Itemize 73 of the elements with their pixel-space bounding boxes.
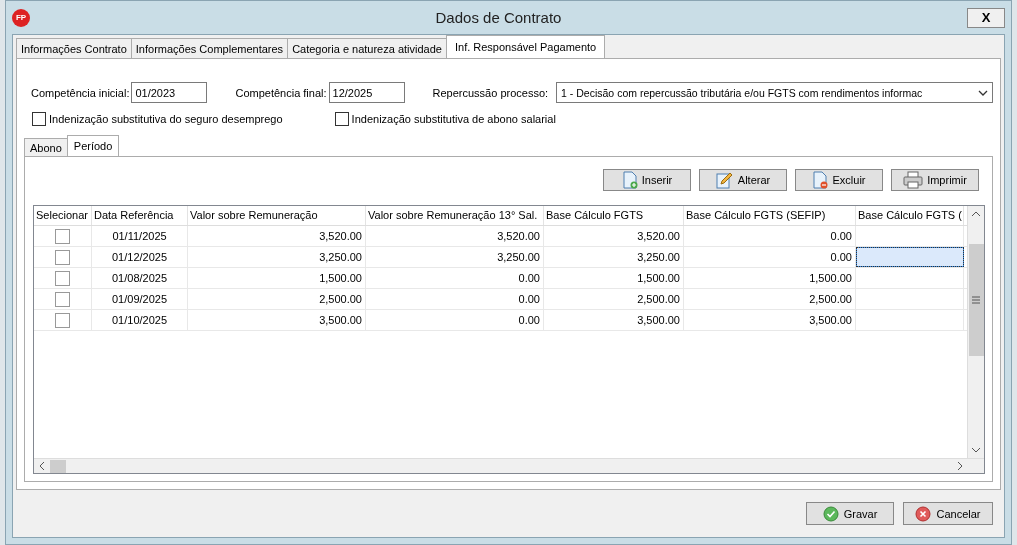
- column-header[interactable]: Selecionar: [34, 206, 92, 225]
- cancel-button[interactable]: Cancelar: [903, 502, 993, 525]
- table-cell: 01/11/2025: [92, 226, 188, 246]
- table-cell: 3,250.00: [544, 247, 684, 267]
- table-cell: 0.00: [366, 268, 544, 288]
- toolbar-button[interactable]: Excluir: [795, 169, 883, 191]
- table-cell: 01/12/2025: [92, 247, 188, 267]
- table-cell: 01/10/2025: [92, 310, 188, 330]
- tab[interactable]: Informações Contrato: [16, 38, 132, 58]
- chevron-down-icon: [978, 89, 988, 96]
- table-cell: 1,500.00: [544, 268, 684, 288]
- table-cell: 2,500.00: [188, 289, 366, 309]
- tab[interactable]: Informações Complementares: [130, 38, 289, 58]
- checkbox[interactable]: [55, 249, 70, 265]
- column-header[interactable]: Base Cálculo FGTS: [544, 206, 684, 225]
- table-cell: 3,500.00: [188, 310, 366, 330]
- table-cell: 3,500.00: [684, 310, 856, 330]
- focused-cell[interactable]: [856, 247, 964, 267]
- tab[interactable]: Abono: [24, 138, 68, 156]
- document-remove-icon: [812, 171, 829, 189]
- close-icon: [915, 505, 932, 522]
- tab[interactable]: Inf. Responsável Pagamento: [445, 35, 606, 58]
- checkbox[interactable]: [334, 112, 349, 126]
- checkmark-icon: [822, 505, 839, 522]
- table-cell: 1,500.00: [188, 268, 366, 288]
- checkbox[interactable]: [32, 112, 46, 126]
- field-label: Competência inicial:: [31, 86, 130, 99]
- checkbox[interactable]: [55, 228, 70, 244]
- checkbox-label: Indenização substitutiva do seguro desemprego: [49, 113, 283, 125]
- table-cell: 2,500.00: [544, 289, 684, 309]
- toolbar-button[interactable]: Alterar: [699, 169, 787, 191]
- checkbox-label: Indenização substitutiva de abono salarial: [351, 113, 556, 125]
- checkbox[interactable]: [55, 270, 70, 286]
- field-label: Competência final:: [235, 86, 327, 99]
- input-field[interactable]: 12/2025: [328, 82, 405, 103]
- column-header[interactable]: Valor sobre Remuneração: [188, 206, 366, 225]
- document-add-icon: [621, 171, 638, 189]
- column-header[interactable]: Base Cálculo FGTS (SEFIP): [684, 206, 856, 225]
- pencil-icon: [715, 171, 734, 189]
- dropdown[interactable]: 1 - Decisão com repercussão tributária e/ou FGTS com rendimentos informac: [556, 82, 993, 103]
- toolbar-button[interactable]: Inserir: [603, 169, 691, 191]
- window-title: Dados de Contrato: [434, 9, 563, 26]
- field-label: Repercussão processo:: [432, 86, 549, 99]
- table-cell: 0.00: [366, 310, 544, 330]
- tab[interactable]: Categoria e natureza atividade: [287, 38, 447, 58]
- table-cell: 3,250.00: [188, 247, 366, 267]
- scroll-thumb[interactable]: [968, 244, 984, 356]
- table-cell: 3,520.00: [366, 226, 544, 246]
- printer-icon: [903, 171, 924, 189]
- table-cell: 3,250.00: [366, 247, 544, 267]
- table-cell: 3,500.00: [544, 310, 684, 330]
- table-cell: 3,520.00: [188, 226, 366, 246]
- close-button[interactable]: X: [967, 7, 1005, 28]
- column-header[interactable]: Base Cálculo FGTS (: [856, 206, 964, 225]
- vertical-scrollbar[interactable]: [967, 206, 984, 458]
- table-cell: 01/08/2025: [92, 268, 188, 288]
- checkbox[interactable]: [55, 312, 70, 328]
- table-cell: 0.00: [366, 289, 544, 309]
- table-cell: 0.00: [684, 226, 856, 246]
- table-cell: 1,500.00: [684, 268, 856, 288]
- table-cell: 2,500.00: [684, 289, 856, 309]
- horizontal-scrollbar[interactable]: [34, 458, 984, 473]
- column-header[interactable]: Valor sobre Remuneração 13° Sal.: [366, 206, 544, 225]
- table-cell: 01/09/2025: [92, 289, 188, 309]
- save-button[interactable]: Gravar: [806, 502, 894, 525]
- scroll-thumb[interactable]: [50, 459, 66, 473]
- column-header[interactable]: Data Referência: [92, 206, 188, 225]
- input-field[interactable]: 01/2023: [131, 82, 208, 103]
- app-logo: FP: [12, 8, 30, 27]
- table-cell: 3,520.00: [544, 226, 684, 246]
- tab[interactable]: Período: [66, 135, 120, 156]
- checkbox[interactable]: [55, 291, 70, 307]
- toolbar-button[interactable]: Imprimir: [891, 169, 979, 191]
